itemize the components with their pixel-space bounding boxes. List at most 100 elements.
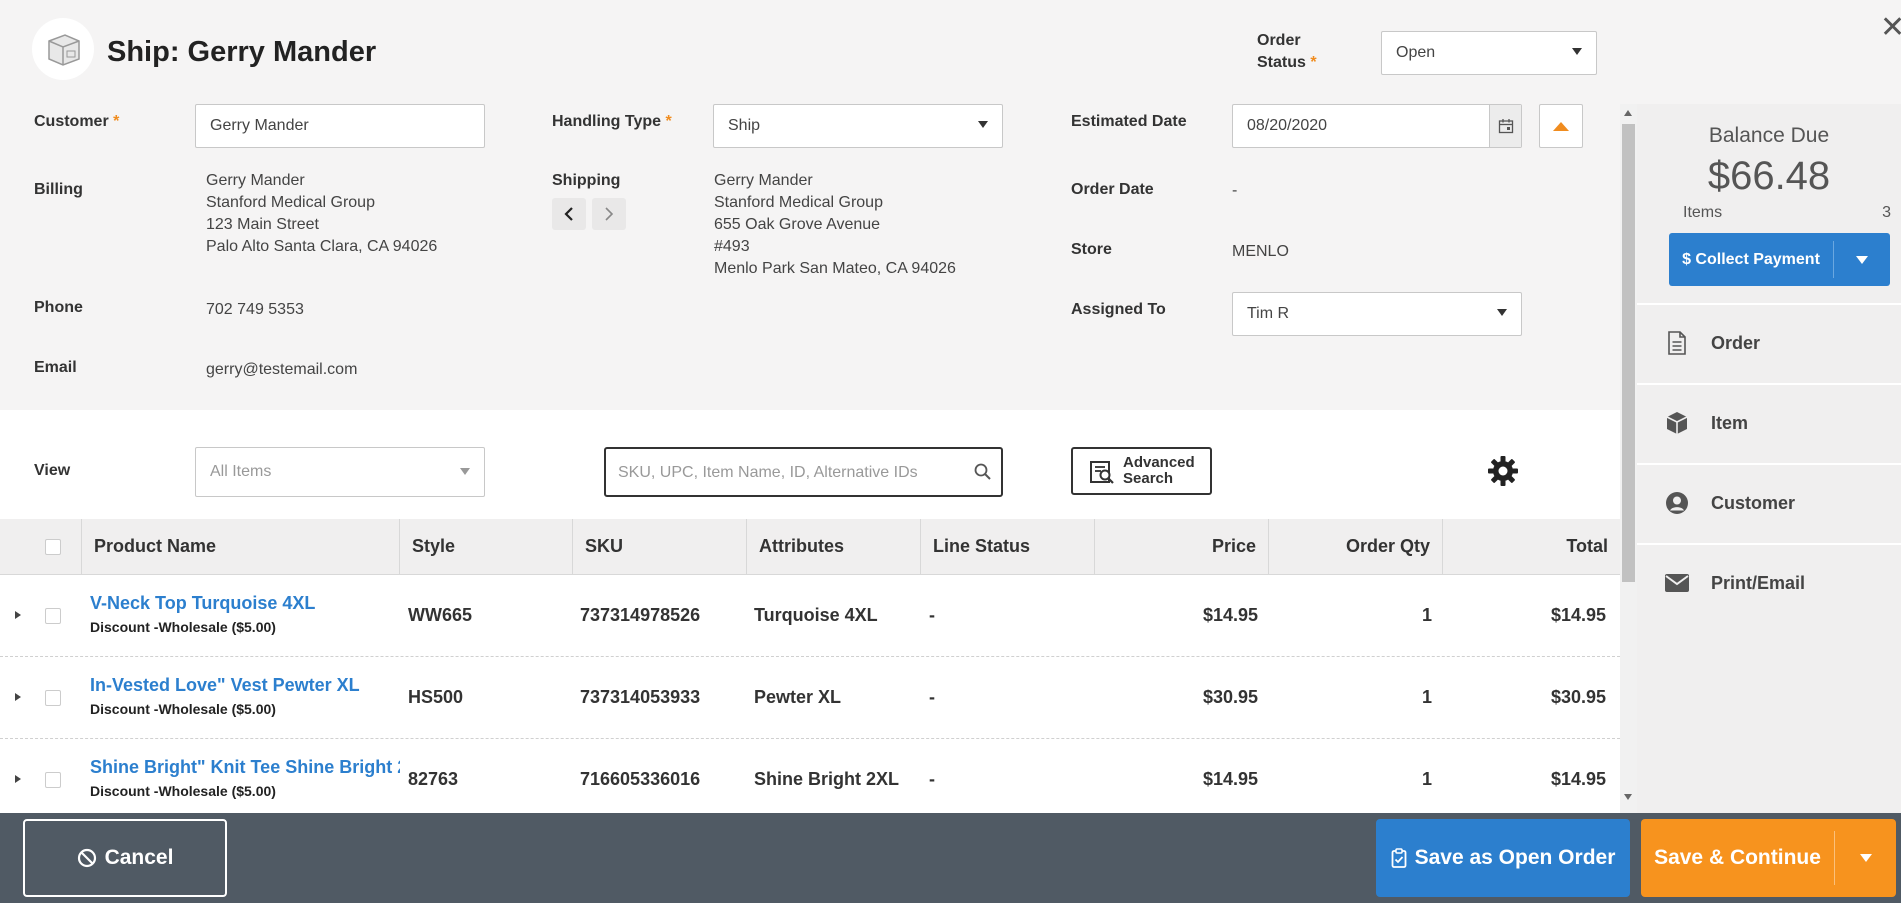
table-row: In-Vested Love" Vest Pewter XL Discount … bbox=[0, 657, 1620, 739]
column-header-sku[interactable]: SKU bbox=[572, 519, 746, 575]
chevron-down-icon bbox=[1497, 309, 1507, 316]
total-cell: $14.95 bbox=[1550, 605, 1606, 625]
package-logo-icon bbox=[32, 18, 94, 80]
price-cell: $14.95 bbox=[1202, 605, 1258, 625]
footer-action-bar: Cancel Save as Open Order Save & Continu… bbox=[0, 813, 1901, 903]
price-cell: $14.95 bbox=[1202, 769, 1258, 789]
save-as-open-order-button[interactable]: Save as Open Order bbox=[1376, 819, 1630, 897]
row-checkbox[interactable] bbox=[45, 690, 61, 706]
order-sidebar: Balance Due $66.48 Items 3 $ Collect Pay… bbox=[1637, 104, 1901, 813]
style-cell: WW665 bbox=[408, 605, 473, 625]
column-header-order-qty[interactable]: Order Qty bbox=[1268, 519, 1442, 575]
total-cell: $30.95 bbox=[1550, 687, 1606, 707]
view-label: View bbox=[34, 462, 71, 479]
expand-row-icon[interactable] bbox=[15, 611, 21, 619]
row-checkbox[interactable] bbox=[45, 772, 61, 788]
estimated-date-label: Estimated Date bbox=[1071, 113, 1187, 130]
style-cell: 82763 bbox=[408, 769, 459, 789]
handling-type-select[interactable]: Ship bbox=[713, 104, 1003, 148]
product-name-link[interactable]: Shine Bright" Knit Tee Shine Bright 2XL bbox=[90, 757, 400, 778]
shipping-next-button[interactable] bbox=[592, 198, 626, 230]
collapse-details-button[interactable] bbox=[1539, 104, 1583, 148]
search-icon[interactable] bbox=[974, 463, 991, 480]
order-qty-cell: 1 bbox=[1421, 687, 1432, 707]
scroll-down-icon[interactable] bbox=[1624, 794, 1632, 800]
collect-payment-main[interactable]: $ Collect Payment bbox=[1669, 233, 1833, 286]
product-name-link[interactable]: V-Neck Top Turquoise 4XL bbox=[90, 593, 400, 614]
attributes-cell: Turquoise 4XL bbox=[754, 605, 878, 625]
expand-row-icon[interactable] bbox=[15, 775, 21, 783]
column-header-attributes[interactable]: Attributes bbox=[746, 519, 920, 575]
balance-due-amount: $66.48 bbox=[1707, 154, 1831, 198]
cancel-button[interactable]: Cancel bbox=[23, 819, 227, 897]
scroll-up-icon[interactable] bbox=[1624, 110, 1632, 116]
ban-icon bbox=[77, 848, 96, 868]
chevron-down-icon bbox=[460, 468, 470, 475]
shipping-address: Gerry Mander Stanford Medical Group 655 … bbox=[714, 172, 956, 277]
chevron-left-icon bbox=[564, 207, 573, 221]
assigned-to-label: Assigned To bbox=[1071, 301, 1166, 318]
shipping-prev-button[interactable] bbox=[552, 198, 586, 230]
chevron-down-icon bbox=[978, 121, 988, 128]
order-date-value: - bbox=[1232, 182, 1238, 199]
document-icon bbox=[1647, 331, 1707, 355]
balance-due-label: Balance Due bbox=[1708, 124, 1830, 147]
close-icon[interactable]: ✕ bbox=[1880, 10, 1901, 45]
sidebar-item-item[interactable]: Item bbox=[1637, 383, 1901, 461]
discount-text: Discount -Wholesale ($5.00) bbox=[90, 619, 276, 635]
phone-value: 702 749 5353 bbox=[206, 301, 304, 318]
sidebar-item-print-email[interactable]: Print/Email bbox=[1637, 543, 1901, 621]
collect-payment-dropdown[interactable] bbox=[1834, 233, 1890, 286]
save-and-continue-main[interactable]: Save & Continue bbox=[1641, 819, 1834, 897]
sidebar-item-label: Customer bbox=[1711, 492, 1796, 513]
save-and-continue-dropdown[interactable] bbox=[1835, 819, 1896, 897]
customer-field[interactable]: Gerry Mander bbox=[195, 104, 485, 148]
assigned-to-select[interactable]: Tim R bbox=[1232, 292, 1522, 336]
column-header-style[interactable]: Style bbox=[399, 519, 572, 575]
row-checkbox[interactable] bbox=[45, 608, 61, 624]
sidebar-item-customer[interactable]: Customer bbox=[1637, 463, 1901, 541]
column-header-product-name[interactable]: Product Name bbox=[81, 519, 399, 575]
sidebar-item-order[interactable]: Order bbox=[1637, 303, 1901, 381]
order-qty-cell: 1 bbox=[1421, 769, 1432, 789]
estimated-date-field[interactable]: 08/20/2020 bbox=[1232, 104, 1522, 148]
order-qty-cell: 1 bbox=[1421, 605, 1432, 625]
order-status-label: Order Status * bbox=[1257, 32, 1317, 71]
advanced-search-button[interactable]: Advanced Search bbox=[1071, 447, 1212, 495]
table-row: V-Neck Top Turquoise 4XL Discount -Whole… bbox=[0, 575, 1620, 657]
chevron-right-icon bbox=[605, 207, 614, 221]
column-header-line-status[interactable]: Line Status bbox=[920, 519, 1094, 575]
save-and-continue-button[interactable]: Save & Continue bbox=[1641, 819, 1896, 897]
sidebar-item-label: Item bbox=[1711, 412, 1749, 433]
sku-cell: 737314053933 bbox=[580, 687, 701, 707]
column-header-total[interactable]: Total bbox=[1442, 519, 1620, 575]
select-all-checkbox[interactable] bbox=[45, 539, 61, 555]
phone-label: Phone bbox=[34, 299, 83, 316]
vertical-scrollbar[interactable] bbox=[1620, 104, 1637, 813]
view-select[interactable]: All Items bbox=[195, 447, 485, 497]
scrollbar-thumb[interactable] bbox=[1622, 124, 1635, 582]
gear-icon[interactable] bbox=[1487, 455, 1519, 487]
price-cell: $30.95 bbox=[1202, 687, 1258, 707]
chevron-down-icon bbox=[1856, 255, 1868, 264]
order-status-select[interactable]: Open bbox=[1381, 31, 1597, 75]
collect-payment-button[interactable]: $ Collect Payment bbox=[1669, 233, 1890, 286]
chevron-down-icon bbox=[1572, 48, 1582, 55]
order-date-label: Order Date bbox=[1071, 181, 1154, 198]
product-name-link[interactable]: In-Vested Love" Vest Pewter XL bbox=[90, 675, 400, 696]
line-status-cell: - bbox=[929, 605, 935, 625]
handling-type-label: Handling Type * bbox=[552, 113, 672, 130]
billing-label: Billing bbox=[34, 181, 83, 198]
advanced-search-icon bbox=[1090, 461, 1114, 484]
sku-cell: 737314978526 bbox=[580, 605, 701, 625]
attributes-cell: Shine Bright 2XL bbox=[754, 769, 900, 789]
discount-text: Discount -Wholesale ($5.00) bbox=[90, 701, 276, 717]
item-search-input[interactable]: SKU, UPC, Item Name, ID, Alternative IDs bbox=[604, 447, 1003, 497]
header: Ship: Gerry Mander Order Status * Open ✕ bbox=[0, 0, 1901, 104]
attributes-cell: Pewter XL bbox=[754, 687, 842, 707]
expand-row-icon[interactable] bbox=[15, 693, 21, 701]
sidebar-item-label: Order bbox=[1711, 332, 1761, 353]
calendar-icon[interactable] bbox=[1489, 105, 1521, 147]
sku-cell: 716605336016 bbox=[580, 769, 701, 789]
column-header-price[interactable]: Price bbox=[1094, 519, 1268, 575]
